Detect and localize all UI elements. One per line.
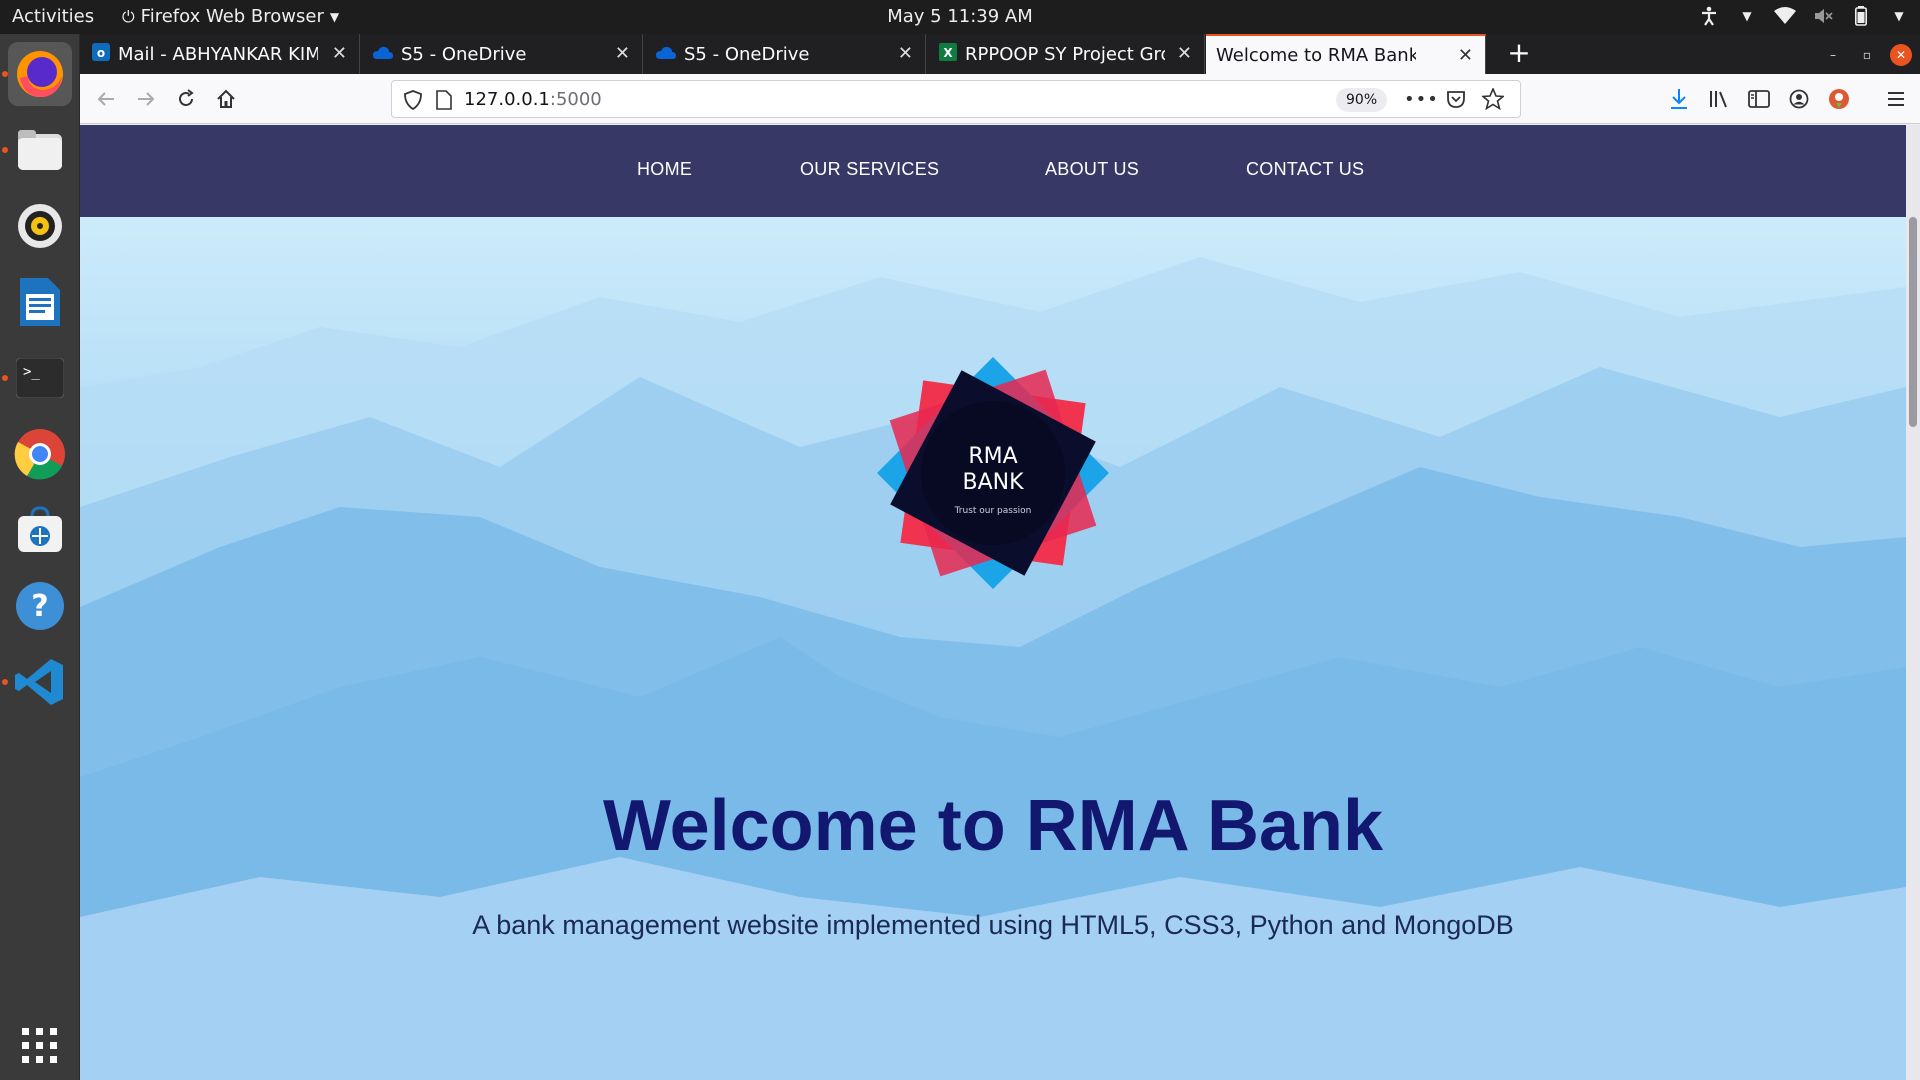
outlook-icon: o xyxy=(92,42,110,66)
close-icon[interactable]: ✕ xyxy=(898,43,913,64)
scrollbar[interactable] xyxy=(1906,125,1920,1080)
navigation-toolbar: 127.0.0.1:5000 90% ••• xyxy=(80,74,1920,124)
site-navbar: HOME OUR SERVICES ABOUT US CONTACT US xyxy=(80,125,1906,217)
tab-title: Welcome to RMA Bank xyxy=(1216,44,1416,66)
clock[interactable]: May 5 11:39 AM xyxy=(887,6,1033,27)
excel-icon: X xyxy=(939,42,957,66)
close-icon[interactable]: ✕ xyxy=(1458,45,1473,66)
home-button[interactable] xyxy=(210,83,242,115)
nav-link-our-services[interactable]: OUR SERVICES xyxy=(800,159,939,180)
tab-title: S5 - OneDrive xyxy=(401,43,527,65)
running-indicator xyxy=(2,375,8,381)
tab-onedrive-2[interactable]: S5 - OneDrive ✕ xyxy=(644,34,926,74)
running-indicator xyxy=(2,71,8,77)
app-grid-icon[interactable] xyxy=(8,1014,72,1078)
close-icon[interactable]: ✕ xyxy=(1177,43,1192,64)
gnome-top-bar: Activities ⏻ Firefox Web Browser ▼ May 5… xyxy=(0,0,1920,34)
duckduckgo-extension-icon[interactable] xyxy=(1823,83,1855,115)
accessibility-icon[interactable] xyxy=(1698,5,1720,27)
svg-text:o: o xyxy=(97,46,105,60)
activities-button[interactable]: Activities xyxy=(12,6,94,27)
nav-link-contact-us[interactable]: CONTACT US xyxy=(1246,159,1364,180)
volume-muted-icon[interactable] xyxy=(1812,5,1834,27)
tab-title: S5 - OneDrive xyxy=(684,43,810,65)
url-port: :5000 xyxy=(549,89,602,110)
system-tray[interactable]: ▼ ▼ xyxy=(1698,5,1910,27)
reload-button[interactable] xyxy=(170,83,202,115)
logo-text-bank: BANK xyxy=(962,470,1024,495)
maximize-button[interactable]: ▫ xyxy=(1856,44,1878,66)
minimize-button[interactable]: – xyxy=(1822,44,1844,66)
rma-bank-logo: RMA BANK Trust our passion xyxy=(877,357,1109,589)
forward-button[interactable] xyxy=(130,83,162,115)
url-text[interactable]: 127.0.0.1:5000 xyxy=(464,89,602,110)
new-tab-button[interactable]: + xyxy=(1503,38,1535,70)
svg-text:?: ? xyxy=(31,589,48,624)
sidebar-icon[interactable] xyxy=(1743,83,1775,115)
files-icon[interactable] xyxy=(8,118,72,182)
tab-onedrive-1[interactable]: S5 - OneDrive ✕ xyxy=(361,34,643,74)
onedrive-icon xyxy=(656,44,676,65)
firefox-small-icon: ⏻ xyxy=(122,6,135,26)
tab-rma-bank[interactable]: Welcome to RMA Bank ✕ xyxy=(1206,34,1486,74)
tab-excel[interactable]: X RPPOOP SY Project Group ✕ xyxy=(927,34,1205,74)
wifi-icon[interactable] xyxy=(1774,5,1796,27)
tab-strip: o Mail - ABHYANKAR KIMAYA ✕ S5 - OneDriv… xyxy=(80,34,1920,74)
firefox-icon[interactable] xyxy=(8,42,72,106)
software-icon[interactable] xyxy=(8,498,72,562)
url-bar[interactable]: 127.0.0.1:5000 90% ••• xyxy=(391,80,1521,118)
ubuntu-dock: >_ ? xyxy=(0,34,80,1080)
close-icon[interactable]: ✕ xyxy=(615,43,630,64)
page-actions-icon[interactable]: ••• xyxy=(1404,89,1439,110)
bookmark-star-icon[interactable] xyxy=(1480,86,1506,114)
url-host: 127.0.0.1 xyxy=(464,89,550,110)
shield-icon[interactable] xyxy=(404,90,422,114)
page-info-icon[interactable] xyxy=(436,90,452,114)
writer-icon[interactable] xyxy=(8,270,72,334)
chevron-down-icon[interactable]: ▼ xyxy=(1888,5,1910,27)
page-heading: Welcome to RMA Bank xyxy=(602,786,1384,866)
mountain-background xyxy=(80,257,1906,1080)
tab-mail[interactable]: o Mail - ABHYANKAR KIMAYA ✕ xyxy=(80,34,360,74)
onedrive-icon xyxy=(373,44,393,65)
app-menu-label: Firefox Web Browser xyxy=(140,6,324,27)
pocket-icon[interactable] xyxy=(1446,89,1466,113)
logo-tagline: Trust our passion xyxy=(954,506,1032,516)
chrome-icon[interactable] xyxy=(8,422,72,486)
library-icon[interactable] xyxy=(1703,83,1735,115)
scrollbar-thumb[interactable] xyxy=(1909,217,1917,427)
battery-icon[interactable] xyxy=(1850,5,1872,27)
rhythmbox-icon[interactable] xyxy=(8,194,72,258)
running-indicator xyxy=(2,147,8,153)
downloads-icon[interactable] xyxy=(1663,83,1695,115)
help-icon[interactable]: ? xyxy=(8,574,72,638)
app-menu[interactable]: ⏻ Firefox Web Browser ▼ xyxy=(122,6,339,27)
close-window-button[interactable]: ✕ xyxy=(1890,44,1912,66)
nav-link-home[interactable]: HOME xyxy=(637,159,692,180)
chevron-down-icon: ▼ xyxy=(329,9,340,24)
tab-title: Mail - ABHYANKAR KIMAYA xyxy=(118,43,318,65)
hero-section: RMA BANK Trust our passion Welcome to RM… xyxy=(80,217,1906,1080)
back-button[interactable] xyxy=(90,83,122,115)
close-icon[interactable]: ✕ xyxy=(332,43,347,64)
vscode-icon[interactable] xyxy=(8,650,72,714)
hamburger-menu-icon[interactable] xyxy=(1880,83,1912,115)
chevron-down-icon[interactable]: ▼ xyxy=(1736,5,1758,27)
web-page: HOME OUR SERVICES ABOUT US CONTACT US RM… xyxy=(80,125,1920,1080)
account-icon[interactable] xyxy=(1783,83,1815,115)
tab-title: RPPOOP SY Project Group xyxy=(965,43,1165,65)
nav-link-about-us[interactable]: ABOUT US xyxy=(1045,159,1139,180)
terminal-icon[interactable]: >_ xyxy=(8,346,72,410)
zoom-level-button[interactable]: 90% xyxy=(1336,88,1388,112)
svg-text:>_: >_ xyxy=(23,364,40,380)
firefox-window: o Mail - ABHYANKAR KIMAYA ✕ S5 - OneDriv… xyxy=(80,34,1920,1080)
running-indicator xyxy=(2,679,8,685)
svg-text:X: X xyxy=(943,46,953,60)
logo-text-rma: RMA xyxy=(968,444,1017,469)
page-subtitle: A bank management website implemented us… xyxy=(472,910,1514,940)
